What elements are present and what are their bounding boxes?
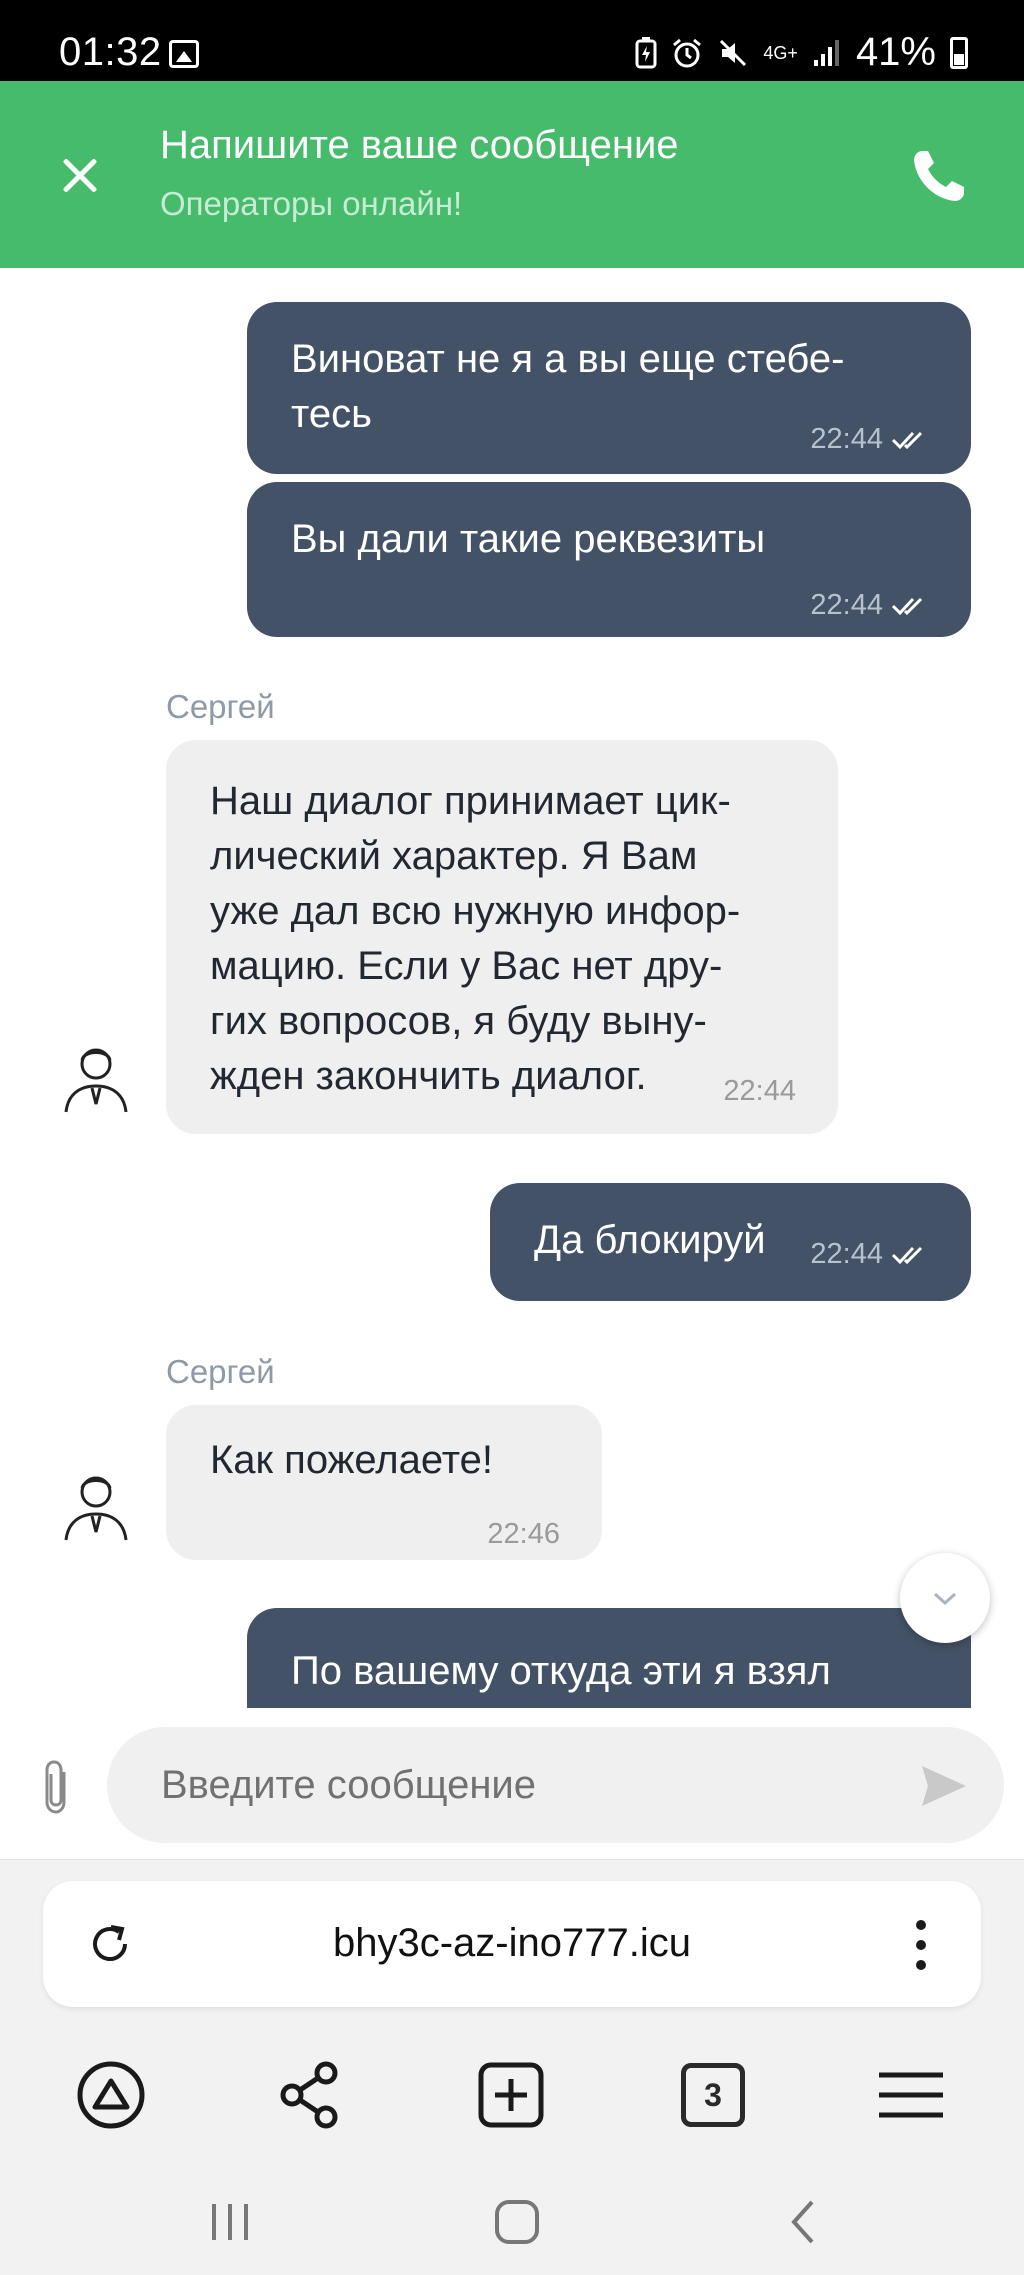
mute-icon <box>720 39 747 66</box>
message-incoming: Наш диалог принимает цик- лический харак… <box>166 740 838 1134</box>
message-text: Виноват не я а вы еще стебе- тесь <box>291 337 845 436</box>
address-bar[interactable]: bhy3c-az-ino777.icu <box>43 1881 981 2007</box>
battery-icon <box>950 36 968 69</box>
message-composer <box>0 1708 1024 1860</box>
message-input[interactable] <box>107 1727 1004 1843</box>
more-vertical-icon[interactable] <box>915 1919 927 1971</box>
chevron-down-icon <box>933 1592 957 1606</box>
back-icon[interactable] <box>774 2192 834 2252</box>
sender-name: Сергей <box>166 688 275 725</box>
message-outgoing: Виноват не я а вы еще стебе- тесь 22:44 <box>247 302 971 474</box>
gallery-icon <box>169 40 199 68</box>
message-outgoing: Вы дали такие реквезиты 22:44 <box>247 482 971 637</box>
alice-icon[interactable] <box>71 2055 151 2135</box>
phone-icon[interactable] <box>904 141 974 211</box>
browser-toolbar: 3 <box>0 2045 1024 2145</box>
url-text[interactable]: bhy3c-az-ino777.icu <box>43 1921 981 1966</box>
status-bar: 01:32 4G+ 41% <box>0 0 1024 81</box>
message-time: 22:44 <box>723 1075 796 1107</box>
battery-percent: 41% <box>855 30 936 74</box>
message-incoming: Как пожелаете! 22:46 <box>166 1405 602 1560</box>
status-icons: 4G+ 41% <box>635 30 968 75</box>
battery-saver-icon <box>635 36 657 68</box>
network-type: 4G+ <box>763 42 798 63</box>
browser-chrome: bhy3c-az-ino777.icu 3 <box>0 1860 1024 2275</box>
double-check-icon <box>891 597 923 615</box>
home-icon[interactable] <box>487 2192 547 2252</box>
status-time: 01:32 <box>59 30 162 74</box>
message-text: Наш диалог принимает цик- лический харак… <box>210 779 741 1098</box>
tabs-button[interactable]: 3 <box>673 2055 753 2135</box>
message-time: 22:44 <box>810 1227 929 1282</box>
message-time: 22:44 <box>810 578 929 633</box>
double-check-icon <box>891 431 923 449</box>
chat-header: Напишите ваше сообщение Операторы онлайн… <box>0 81 1024 268</box>
signal-icon <box>813 39 839 66</box>
message-time: 22:44 <box>810 412 929 467</box>
close-icon[interactable] <box>50 146 110 206</box>
operator-avatar-icon <box>64 1048 128 1113</box>
chat-title: Напишите ваше сообщение <box>160 123 679 167</box>
tab-count: 3 <box>681 2063 745 2127</box>
message-outgoing: По вашему откуда эти я взял <box>247 1608 971 1708</box>
double-check-icon <box>891 1246 923 1264</box>
message-time: 22:46 <box>487 1518 560 1550</box>
message-text: Вы дали такие реквезиты <box>291 517 766 561</box>
menu-icon[interactable] <box>871 2055 951 2135</box>
scroll-down-button[interactable] <box>900 1553 990 1643</box>
paperclip-icon[interactable] <box>36 1758 76 1818</box>
message-list[interactable]: Виноват не я а вы еще стебе- тесь 22:44 … <box>0 268 1024 1708</box>
alarm-icon <box>673 38 702 67</box>
sender-name: Сергей <box>166 1353 275 1390</box>
send-icon[interactable] <box>920 1764 968 1808</box>
operator-avatar-icon <box>64 1476 128 1541</box>
chat-subtitle: Операторы онлайн! <box>160 185 463 222</box>
share-icon[interactable] <box>270 2055 350 2135</box>
message-outgoing: Да блокируй 22:44 <box>490 1183 971 1301</box>
message-text: Да блокируй <box>534 1218 766 1262</box>
system-nav-bar <box>0 2188 1024 2275</box>
message-text: По вашему откуда эти я взял <box>291 1649 831 1693</box>
message-text: Как пожелаете! <box>210 1438 494 1482</box>
new-tab-icon[interactable] <box>471 2055 551 2135</box>
recent-apps-icon[interactable] <box>200 2192 260 2252</box>
